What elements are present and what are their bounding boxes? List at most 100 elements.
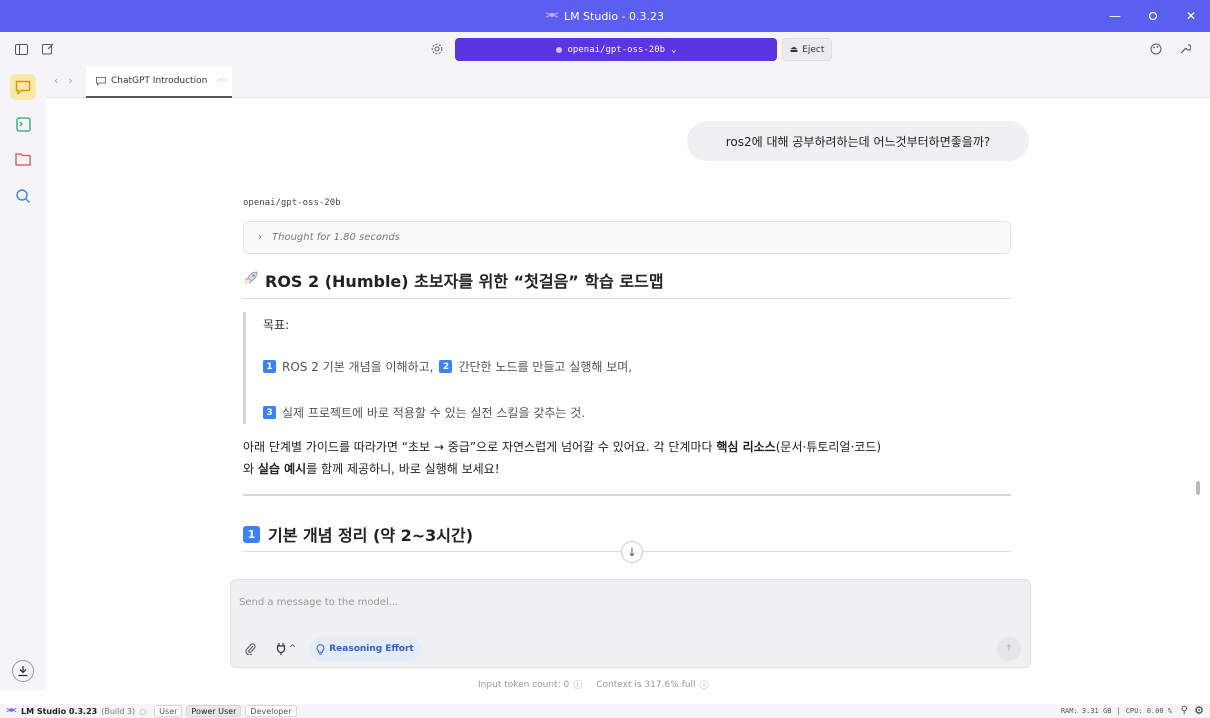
para-text-a: 아래 단계별 가이드를 따라가면 “초보 → 중급”으로 자연스럽게 넘어갈 수… [243, 440, 717, 454]
para-text-f: 를 함께 제공하니, 바로 실행해 보세요! [306, 462, 500, 476]
sidebar-item-chat[interactable] [10, 74, 36, 100]
stats-separator: | [1116, 707, 1121, 715]
number-badge-2: 2 [439, 360, 453, 373]
lightbulb-icon [316, 643, 325, 654]
message-input[interactable] [239, 592, 1019, 612]
chevron-down-icon: ⌄ [671, 44, 677, 55]
help-icon[interactable]: ⓘ [699, 678, 708, 691]
folder-icon [15, 153, 31, 166]
mode-developer-button[interactable]: Developer [245, 705, 297, 717]
info-icon[interactable]: ○ [139, 707, 146, 716]
user-message: ros2에 대해 공부하려하는데 어느것부터하면좋을까? [687, 121, 1029, 161]
arrow-up-icon: ↑ [1005, 644, 1013, 654]
back-arrow-icon[interactable]: ‹ [54, 74, 58, 87]
thought-collapsible[interactable]: › Thought for 1.80 seconds [243, 221, 1011, 254]
chat-transcript: ros2에 대해 공부하려하는데 어느것부터하면좋을까? openai/gpt-… [46, 98, 1210, 570]
status-bar: LM Studio 0.3.23 (Build 3) ○ User Power … [0, 704, 1210, 718]
mode-user-button[interactable]: User [154, 705, 183, 717]
sidebar-item-developer[interactable] [10, 111, 36, 137]
quote-item-1: ROS 2 기본 개념을 이해하고, [282, 360, 434, 374]
chat-tab-bar: ‹ › ChatGPT Introduction ··· [46, 66, 1210, 98]
reasoning-effort-button[interactable]: Reasoning Effort [309, 637, 421, 661]
settings-gear-icon[interactable] [427, 39, 447, 59]
model-status-icon [555, 46, 562, 53]
restore-icon [1148, 11, 1158, 21]
cpu-usage: CPU: 0.00 % [1125, 707, 1172, 715]
eject-button[interactable]: ⏏ Eject [782, 38, 832, 61]
search-icon [16, 189, 30, 203]
user-icon[interactable]: ⚲ [1181, 705, 1188, 716]
close-button[interactable]: ✕ [1172, 0, 1210, 32]
ram-usage: RAM: 3.31 GB [1060, 707, 1112, 715]
attach-button[interactable] [239, 637, 261, 661]
title-bar: LM Studio - 0.3.23 — ✕ [0, 0, 1210, 32]
model-selector-label: openai/gpt-oss-20b [567, 44, 666, 55]
palette-icon[interactable] [1146, 39, 1166, 59]
scroll-to-bottom-button[interactable]: ↓ [621, 541, 643, 563]
sidebar-item-discover[interactable] [10, 183, 36, 209]
settings-gear-icon[interactable]: ⚙ [1194, 704, 1204, 717]
left-sidebar [0, 66, 46, 690]
download-icon [18, 666, 28, 677]
tab-menu-icon[interactable]: ··· [218, 76, 227, 86]
new-chat-icon[interactable] [38, 39, 58, 59]
mode-power-user-button[interactable]: Power User [186, 705, 242, 717]
terminal-icon [15, 116, 31, 132]
quote-item-3: 실제 프로젝트에 바로 적용할 수 있는 실전 스킬을 갖추는 것. [282, 406, 586, 420]
sidebar-item-my-models[interactable] [10, 146, 36, 172]
build-number: (Build 3) [101, 706, 136, 716]
chat-scrollbar[interactable] [1196, 481, 1200, 495]
quote-item-2: 간단한 노드를 만들고 실행해 보며, [458, 360, 633, 374]
downloads-button[interactable] [12, 660, 34, 682]
section-number-badge: 1 [243, 525, 260, 543]
tab-nav-arrows: ‹ › [54, 74, 73, 87]
para-bold-examples: 실습 예시 [257, 462, 307, 476]
quote-title: 목표: [263, 316, 289, 333]
tab-chatgpt-introduction[interactable]: ChatGPT Introduction ··· [86, 66, 232, 98]
maximize-button[interactable] [1134, 0, 1172, 32]
chat-icon [15, 80, 31, 95]
window-controls: — ✕ [1096, 0, 1210, 32]
token-count: Input token count: 0 ⓘ [478, 678, 582, 692]
thought-label: Thought for 1.80 seconds [272, 232, 400, 243]
section-heading: 1 기본 개념 정리 (약 2~3시간) [243, 522, 473, 546]
app-logo-icon [6, 706, 17, 716]
send-button[interactable]: ↑ [997, 637, 1021, 661]
para-bold-resources: 핵심 리소스 [716, 440, 776, 454]
window-title-group: LM Studio - 0.3.23 [545, 10, 664, 23]
assistant-model-label: openai/gpt-oss-20b [243, 198, 341, 208]
quote-title-text: 목표: [263, 318, 290, 332]
response-heading-text: ROS 2 (Humble) 초보자를 위한 “첫걸음” 학습 로드맵 [265, 272, 664, 291]
response-heading: ROS 2 (Humble) 초보자를 위한 “첫걸음” 학습 로드맵 [243, 268, 664, 292]
minimize-button[interactable]: — [1096, 0, 1134, 32]
status-left: LM Studio 0.3.23 (Build 3) ○ User Power … [6, 704, 297, 718]
divider [243, 298, 1011, 299]
plug-icon [276, 643, 285, 655]
model-selector[interactable]: openai/gpt-oss-20b ⌄ [455, 38, 777, 61]
eject-label: Eject [802, 44, 825, 55]
chevron-right-icon: › [258, 232, 262, 243]
help-icon[interactable]: ⓘ [573, 678, 582, 691]
composer-footer: Input token count: 0 ⓘ Context is 317.6%… [478, 678, 708, 692]
top-toolbar: openai/gpt-oss-20b ⌄ ⏏ Eject [0, 32, 1210, 66]
eject-icon: ⏏ [789, 44, 799, 55]
number-badge-3: 3 [263, 406, 276, 419]
message-composer: ^ Reasoning Effort ↑ [230, 579, 1031, 668]
section-heading-text: 기본 개념 정리 (약 2~3시간) [268, 526, 474, 545]
chat-bubble-icon [96, 76, 106, 86]
para-text-c: (문서·튜토리얼·코드) [775, 440, 882, 454]
context-usage: Context is 317.6% full ⓘ [596, 678, 708, 692]
forward-arrow-icon[interactable]: › [68, 74, 72, 87]
tab-label: ChatGPT Introduction [111, 76, 208, 86]
plugin-button[interactable]: ^ [271, 637, 301, 661]
wrench-icon[interactable] [1175, 39, 1195, 59]
chevron-up-icon: ^ [288, 644, 297, 654]
app-logo-icon [545, 10, 559, 23]
intro-paragraph: 아래 단계별 가이드를 따라가면 “초보 → 중급”으로 자연스럽게 넘어갈 수… [243, 436, 1023, 480]
user-message-text: ros2에 대해 공부하려하는데 어느것부터하면좋을까? [725, 134, 991, 149]
context-usage-text: Context is 317.6% full [596, 679, 696, 690]
number-badge-1: 1 [263, 360, 276, 373]
quote-line-1: 1 ROS 2 기본 개념을 이해하고, 2 간단한 노드를 만들고 실행해 보… [263, 358, 632, 375]
toggle-sidebar-icon[interactable] [11, 39, 31, 59]
arrow-down-icon: ↓ [627, 545, 637, 559]
